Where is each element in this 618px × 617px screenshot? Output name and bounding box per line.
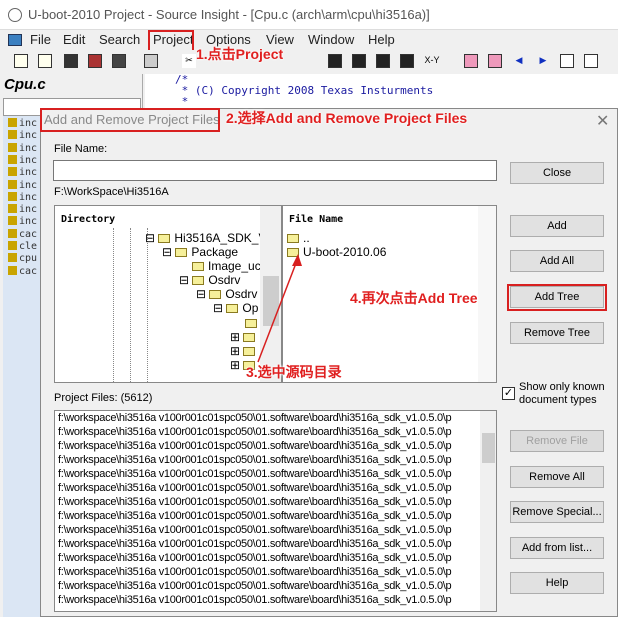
project-file-row[interactable]: f:\workspace\hi3516a v100r001c01spc050\0… — [58, 524, 452, 536]
annotation-step1: 1.点击Project — [196, 46, 284, 62]
project-file-row[interactable]: f:\workspace\hi3516a v100r001c01spc050\0… — [58, 496, 452, 508]
project-file-row[interactable]: f:\workspace\hi3516a v100r001c01spc050\0… — [58, 468, 452, 480]
scrollbar-thumb[interactable] — [482, 433, 495, 463]
project-files-scrollbar[interactable] — [480, 411, 496, 611]
project-files-label: Project Files: (5612) — [54, 392, 153, 404]
project-file-row[interactable]: f:\workspace\hi3516a v100r001c01spc050\0… — [58, 566, 452, 578]
project-file-row[interactable]: f:\workspace\hi3516a v100r001c01spc050\0… — [58, 594, 452, 606]
remove-special-button[interactable]: Remove Special... — [510, 501, 604, 523]
project-file-row[interactable]: f:\workspace\hi3516a v100r001c01spc050\0… — [58, 510, 452, 522]
remove-file-button[interactable]: Remove File — [510, 430, 604, 452]
highlight-add-tree — [507, 284, 607, 311]
project-file-row[interactable]: f:\workspace\hi3516a v100r001c01spc050\0… — [58, 538, 452, 550]
project-file-row[interactable]: f:\workspace\hi3516a v100r001c01spc050\0… — [58, 426, 452, 438]
project-file-row[interactable]: f:\workspace\hi3516a v100r001c01spc050\0… — [58, 412, 452, 424]
help-button[interactable]: Help — [510, 572, 604, 594]
remove-tree-button[interactable]: Remove Tree — [510, 322, 604, 344]
show-known-types-label: Show only known document types — [519, 381, 605, 406]
project-file-row[interactable]: f:\workspace\hi3516a v100r001c01spc050\0… — [58, 454, 452, 466]
project-file-row[interactable]: f:\workspace\hi3516a v100r001c01spc050\0… — [58, 580, 452, 592]
add-all-button[interactable]: Add All — [510, 250, 604, 272]
project-file-row[interactable]: f:\workspace\hi3516a v100r001c01spc050\0… — [58, 552, 452, 564]
annotation-step4: 4.再次点击Add Tree — [350, 290, 478, 306]
project-file-row[interactable]: f:\workspace\hi3516a v100r001c01spc050\0… — [58, 440, 452, 452]
annotation-step3: 3.选中源码目录 — [246, 364, 342, 380]
annotation-step2: 2.选择Add and Remove Project Files — [226, 110, 468, 126]
show-known-types-checkbox[interactable]: ✓ — [502, 387, 515, 400]
close-button[interactable]: Close — [510, 162, 604, 184]
remove-all-button[interactable]: Remove All — [510, 466, 604, 488]
add-button[interactable]: Add — [510, 215, 604, 237]
add-from-list-button[interactable]: Add from list... — [510, 537, 604, 559]
project-files-list[interactable]: f:\workspace\hi3516a v100r001c01spc050\0… — [54, 410, 497, 612]
project-file-row[interactable]: f:\workspace\hi3516a v100r001c01spc050\0… — [58, 482, 452, 494]
